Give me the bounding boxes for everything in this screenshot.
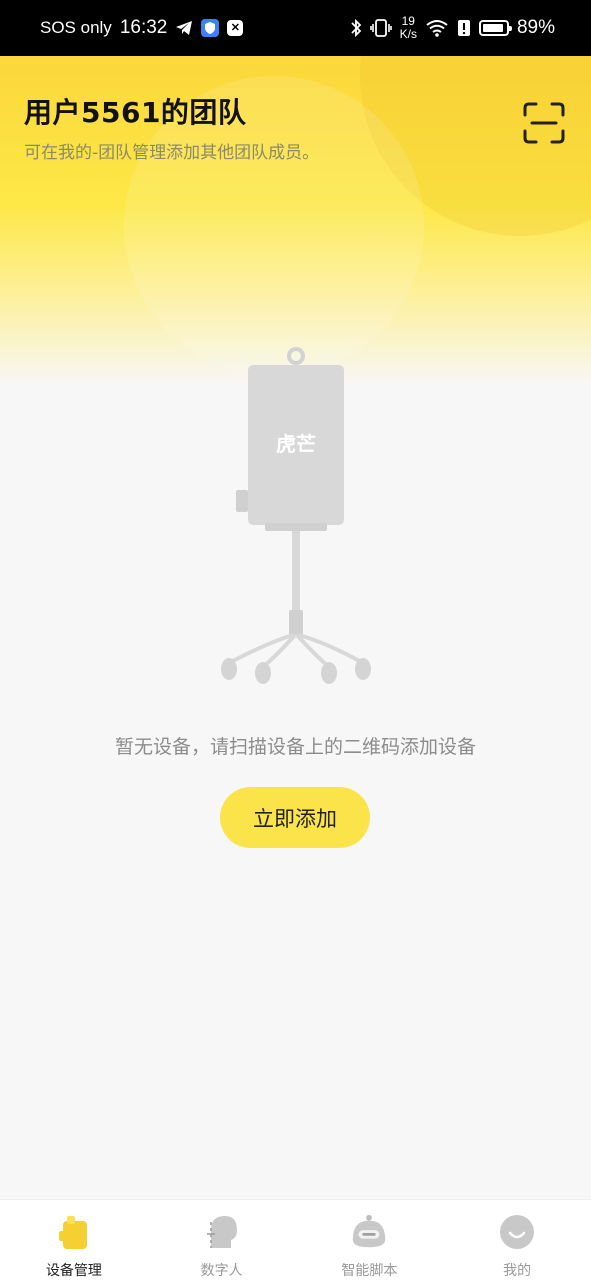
network-speed-unit: K/s [399, 27, 417, 41]
nav-item-digital-human[interactable]: 数字人 [148, 1200, 296, 1280]
nav-label: 设备管理 [45, 1263, 102, 1279]
device-illustration: 虎芒 [221, 347, 371, 684]
carrier-text: SOS only [40, 18, 112, 37]
nav-item-profile[interactable]: 我的 [443, 1200, 591, 1280]
wifi-icon [425, 18, 449, 38]
empty-state-message: 暂无设备，请扫描设备上的二维码添加设备 [114, 736, 476, 758]
nav-item-smart-script[interactable]: 智能脚本 [296, 1200, 444, 1280]
bluetooth-icon [350, 18, 362, 38]
page-subtitle: 可在我的-团队管理添加其他团队成员。 [24, 143, 320, 163]
nav-label: 数字人 [200, 1263, 243, 1279]
robot-icon [349, 1212, 389, 1252]
device-brand-text: 虎芒 [276, 432, 316, 456]
battery-icon [478, 20, 512, 36]
clock: 16:32 [119, 17, 168, 38]
status-bar-left: SOS only 16:32 ✕ [40, 17, 244, 39]
status-bar-right: 19 K/s 89% [350, 15, 555, 41]
nav-item-device-management[interactable]: 设备管理 [0, 1200, 148, 1280]
page-title: 用户5561的团队 [24, 96, 247, 129]
device-icon [54, 1212, 94, 1252]
digital-human-icon [202, 1212, 242, 1252]
telegram-icon [175, 20, 193, 36]
add-device-button[interactable]: 立即添加 [220, 787, 370, 848]
vibrate-icon [369, 18, 392, 38]
nav-label: 我的 [503, 1263, 532, 1279]
scan-icon [523, 102, 565, 144]
network-speed: 19 K/s [400, 15, 417, 41]
shield-icon [201, 19, 220, 37]
profile-icon [497, 1212, 537, 1252]
close-notification-icon: ✕ [227, 20, 244, 36]
bottom-nav: 设备管理 数字人 智能脚本 我的 [0, 1199, 591, 1280]
scan-qr-button[interactable] [522, 101, 566, 145]
header-background: 用户5561的团队 可在我的-团队管理添加其他团队成员。 [0, 56, 591, 386]
battery-percent: 89% [516, 17, 555, 38]
nav-label: 智能脚本 [341, 1263, 398, 1279]
alert-icon [457, 19, 471, 37]
status-bar: SOS only 16:32 ✕ 19 K/s 89% [0, 0, 591, 56]
